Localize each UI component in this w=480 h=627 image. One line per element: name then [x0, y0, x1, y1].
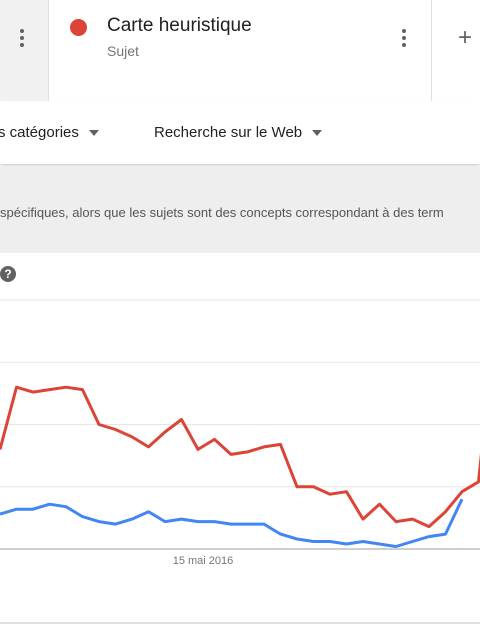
- term-title: Carte heuristique: [107, 15, 252, 36]
- chart-x-ticks: 15 mai 2016: [173, 555, 234, 567]
- x-tick-label: 15 mai 2016: [173, 555, 234, 567]
- info-notice: spécifiques, alors que les sujets sont d…: [0, 167, 480, 253]
- notice-text: spécifiques, alors que les sujets sont d…: [0, 205, 444, 220]
- help-icon[interactable]: ?: [0, 266, 16, 282]
- card-bottom-divider: [0, 622, 480, 624]
- category-filter-label: s catégories: [0, 124, 79, 141]
- dropdown-arrow-icon: [88, 129, 99, 136]
- series-line-1[interactable]: [0, 498, 464, 548]
- previous-term-card[interactable]: [0, 0, 49, 101]
- filter-bar: s catégories Recherche sur le Web: [0, 102, 480, 164]
- search-type-filter-dropdown[interactable]: Recherche sur le Web: [154, 124, 323, 141]
- term-type: Sujet: [107, 43, 139, 59]
- chart-series: [0, 325, 480, 548]
- category-filter-dropdown[interactable]: s catégories: [0, 124, 99, 141]
- term-color-dot: [70, 19, 87, 36]
- terms-bar: Carte heuristique Sujet +: [0, 0, 480, 103]
- search-type-filter-label: Recherche sur le Web: [154, 124, 303, 141]
- term-card-carte-heuristique[interactable]: Carte heuristique Sujet: [49, 0, 431, 101]
- more-vert-icon[interactable]: [392, 26, 416, 50]
- series-line-0[interactable]: [0, 325, 480, 529]
- interest-line-chart: 15 mai 2016: [0, 299, 480, 567]
- more-vert-icon[interactable]: [10, 26, 34, 50]
- add-icon[interactable]: +: [458, 26, 472, 50]
- dropdown-arrow-icon: [312, 129, 323, 136]
- add-term-card[interactable]: +: [431, 0, 480, 101]
